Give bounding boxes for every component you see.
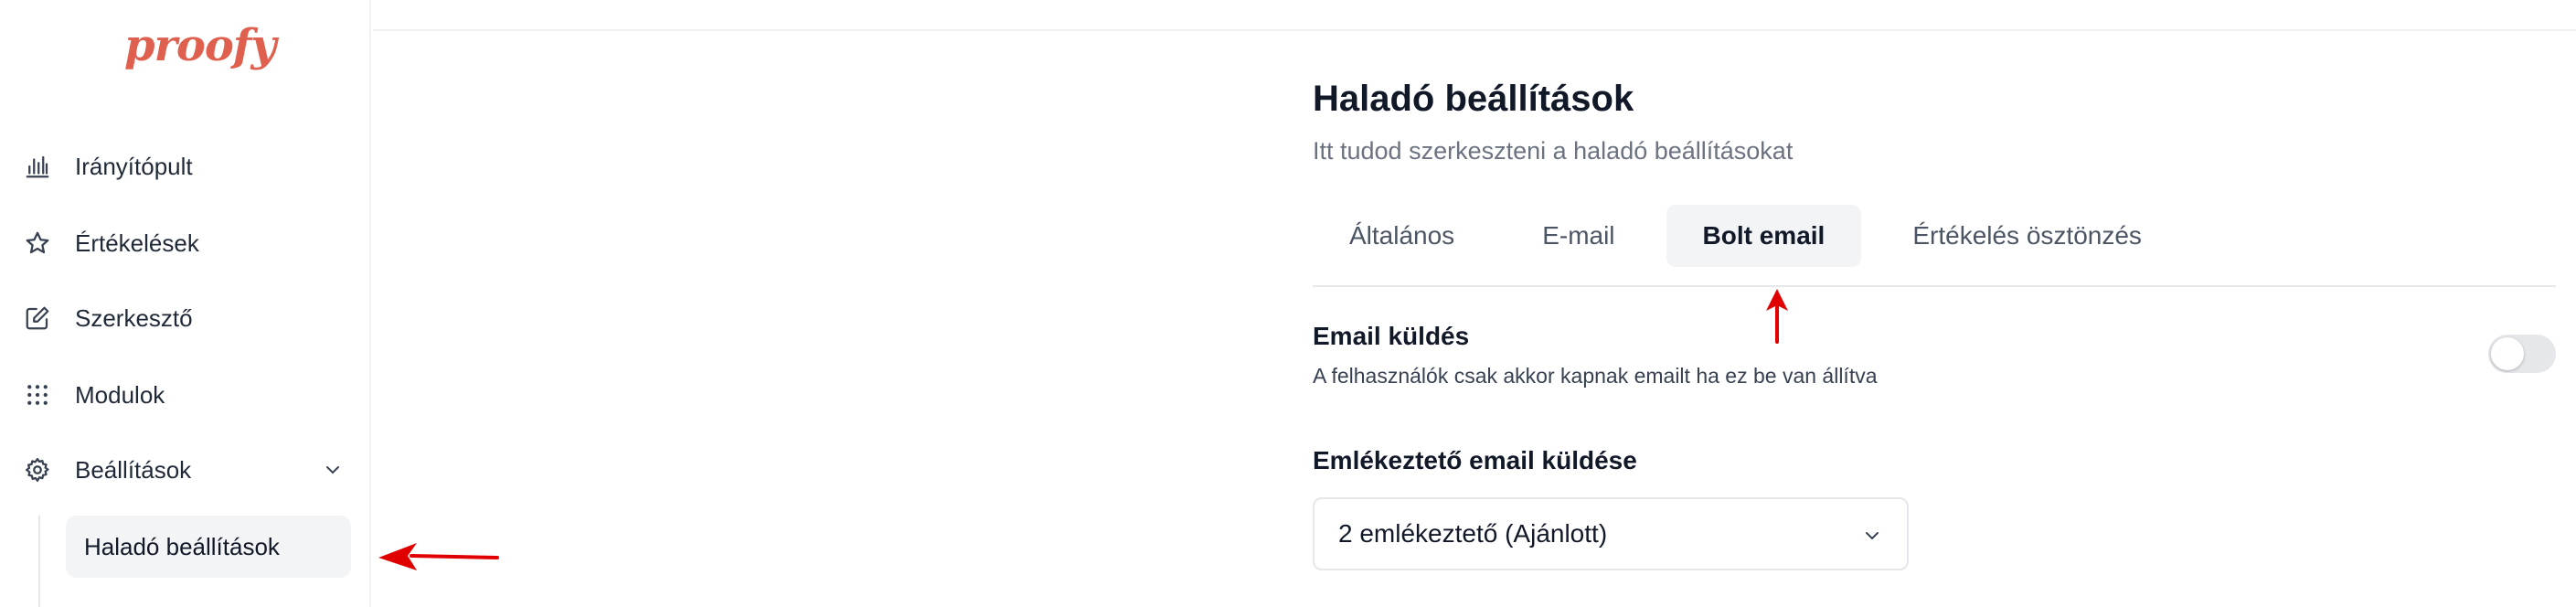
page-title: Haladó beállítások [1313, 79, 1634, 119]
reminder-select-value: 2 emlékeztető (Ajánlott) [1338, 519, 1608, 548]
tab-bar: Általános E-mail Bolt email Értékelés ös… [1313, 205, 2193, 267]
tab-e-mail[interactable]: E-mail [1506, 205, 1651, 267]
sidebar-item-label: Szerkesztő [75, 304, 193, 332]
grid-dots-icon [24, 381, 51, 409]
tab-ertekeles-osztonzes[interactable]: Értékelés ösztönzés [1876, 205, 2178, 267]
email-sending-toggle[interactable] [2488, 335, 2556, 373]
tab-altalanos[interactable]: Általános [1313, 205, 1491, 267]
sidebar-item-ertekelesek[interactable]: Értékelések [24, 216, 344, 271]
annotation-arrow-left [378, 543, 499, 570]
sidebar: proofy Irányítópult Értékelések Szerkesz… [0, 0, 371, 607]
annotation-arrow-up [1766, 289, 1788, 344]
edit-icon [24, 304, 51, 332]
page-subtitle: Itt tudod szerkeszteni a haladó beállítá… [1313, 137, 1794, 165]
sidebar-item-beallitasok[interactable]: Beállítások [24, 442, 344, 497]
toggle-knob [2491, 337, 2524, 370]
reminder-select[interactable]: 2 emlékeztető (Ajánlott) [1313, 497, 1909, 570]
sidebar-item-label: Beállítások [75, 455, 192, 484]
email-sending-title: Email küldés [1313, 322, 1470, 350]
sidebar-item-label: Irányítópult [75, 152, 193, 180]
gear-icon [24, 456, 51, 484]
submenu-divider [38, 516, 40, 607]
email-sending-description: A felhasználók csak akkor kapnak emailt … [1313, 364, 1878, 388]
logo[interactable]: proofy [124, 20, 276, 71]
sidebar-item-label: Modulok [75, 380, 165, 409]
sidebar-subitem-halado-beallitasok[interactable]: Haladó beállítások [66, 516, 351, 578]
chevron-down-icon [1866, 532, 1879, 540]
reminder-label: Emlékeztető email küldése [1313, 446, 1637, 474]
star-icon [24, 229, 51, 257]
tabs-divider [1313, 285, 2556, 287]
sidebar-item-szerkeszto[interactable]: Szerkesztő [24, 291, 344, 346]
sidebar-item-label: Értékelések [75, 229, 199, 257]
bar-chart-icon [24, 153, 51, 180]
sidebar-item-modulok[interactable]: Modulok [24, 367, 344, 422]
chevron-down-icon[interactable] [322, 459, 344, 481]
sidebar-item-iranyitopult[interactable]: Irányítópult [24, 139, 344, 194]
tab-bolt-email[interactable]: Bolt email [1666, 205, 1862, 267]
header-divider [373, 29, 2576, 31]
